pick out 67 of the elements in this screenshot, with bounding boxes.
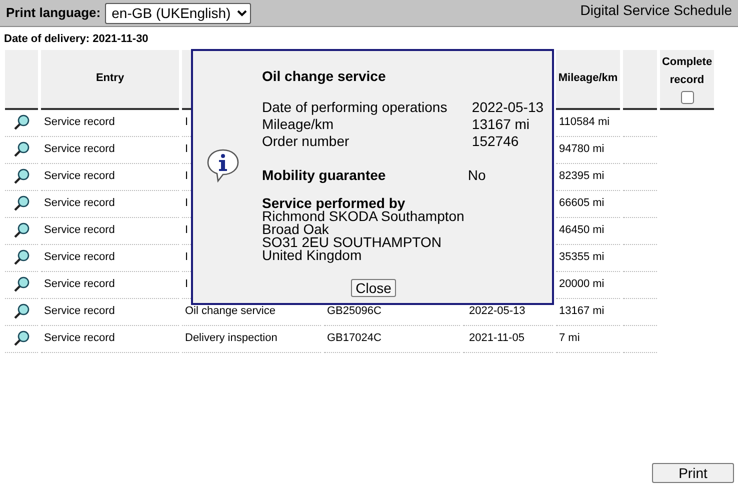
table-cell: 7 mi <box>559 332 580 344</box>
table-cell: 35355 mi <box>559 251 604 264</box>
print-button[interactable]: Print <box>652 463 734 483</box>
magnifier-icon[interactable] <box>13 249 30 266</box>
table-cell: Service record <box>44 278 115 290</box>
table-cell: 82395 mi <box>559 170 604 182</box>
table-cell: 94780 mi <box>559 143 604 156</box>
magnifier-icon[interactable] <box>13 141 30 158</box>
magnifier-icon[interactable] <box>13 195 30 212</box>
table-cell: 2022-05-13 <box>469 305 526 318</box>
detail-value: 152746 <box>472 133 519 149</box>
detail-label: Order number <box>262 133 350 149</box>
table-cell: 66605 mi <box>559 197 604 210</box>
detail-label: Mileage/km <box>262 116 334 132</box>
table-cell: 110584 mi <box>559 116 610 128</box>
address-line: Richmond SKODA Southampton <box>262 210 466 223</box>
table-cell: 13167 mi <box>559 305 604 318</box>
table-cell: I <box>185 251 188 264</box>
table-cell: Service record <box>44 116 115 128</box>
column-header: Entry <box>41 50 179 110</box>
detail-label: Mobility guarantee <box>262 167 386 183</box>
table-cell: I <box>185 143 188 156</box>
table-cell: Service record <box>44 224 115 236</box>
magnifier-icon[interactable] <box>13 168 30 185</box>
detail-label: Date of performing operations <box>262 99 448 115</box>
page-title: Digital Service Schedule <box>580 1 732 20</box>
service-provider-label: Service performed by <box>262 197 406 210</box>
detail-value: 13167 mi <box>472 116 530 132</box>
print-language-label: Print language: <box>6 4 101 22</box>
magnifier-icon[interactable] <box>13 303 30 320</box>
table-cell: Delivery inspection <box>185 332 278 344</box>
info-icon <box>206 148 240 184</box>
address-line: SO31 2EU SOUTHAMPTON <box>262 236 442 249</box>
table-cell: I <box>185 197 188 210</box>
table-cell: GB17024C <box>327 332 382 344</box>
table-cell: Service record <box>44 170 115 182</box>
table-cell: 2021-11-05 <box>469 332 524 344</box>
table-cell: Oil change service <box>185 305 276 318</box>
table-cell: I <box>185 170 188 182</box>
detail-value: 2022-05-13 <box>472 99 544 115</box>
column-header <box>5 50 38 110</box>
delivery-date: Date of delivery: 2021-11-30 <box>3 32 150 47</box>
close-button[interactable]: Close <box>350 279 396 297</box>
table-cell: Service record <box>44 332 115 344</box>
table-cell: GB25096C <box>327 305 382 318</box>
address-line: United Kingdom <box>262 249 362 262</box>
magnifier-icon[interactable] <box>13 114 30 131</box>
column-header: Mileage/km <box>556 50 620 110</box>
complete-record-checkbox[interactable] <box>680 91 694 104</box>
table-cell: Service record <box>44 197 115 210</box>
detail-value: No <box>468 167 486 183</box>
table-cell: I <box>185 278 188 290</box>
table-cell: 20000 mi <box>559 278 604 290</box>
table-cell: I <box>185 224 188 236</box>
column-header-label: Complete record <box>660 55 714 88</box>
table-cell: I <box>185 116 188 128</box>
magnifier-icon[interactable] <box>13 330 30 347</box>
language-select[interactable]: en-GB (UKEnglish) <box>104 2 251 24</box>
magnifier-icon[interactable] <box>13 222 30 239</box>
column-header <box>623 50 657 110</box>
dialog-title: Oil change service <box>262 67 387 86</box>
table-cell: Service record <box>44 251 115 264</box>
table-cell: 46450 mi <box>559 224 604 236</box>
table-cell: Service record <box>44 305 115 318</box>
address-line: Broad Oak <box>262 223 330 236</box>
table-cell: Service record <box>44 143 115 156</box>
magnifier-icon[interactable] <box>13 276 30 293</box>
